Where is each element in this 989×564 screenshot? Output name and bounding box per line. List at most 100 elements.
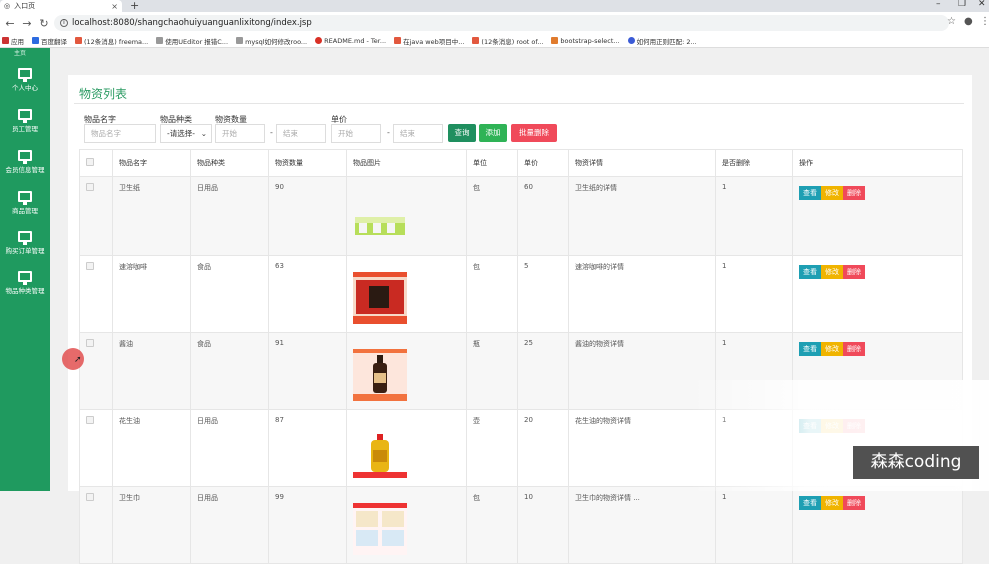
bookmark-item[interactable]: 百度翻译 [32, 36, 67, 46]
row-checkbox[interactable] [86, 183, 94, 191]
window-close-icon[interactable]: ✕ [978, 0, 986, 9]
type-filter-select[interactable]: -请选择- ⌄ [160, 124, 212, 143]
delete-button[interactable]: 删除 [843, 342, 865, 356]
cell-name: 酱油 [112, 332, 191, 410]
cell-actions: 查看 修改 删除 [792, 255, 963, 333]
row-checkbox[interactable] [86, 493, 94, 501]
close-tab-icon[interactable]: × [111, 2, 118, 11]
view-button[interactable]: 查看 [799, 186, 821, 200]
url-field[interactable]: i localhost:8080/shangchaohuiyuanguanlix… [54, 15, 949, 31]
bookmark-item[interactable]: bootstrap-select... [551, 37, 620, 45]
add-button[interactable]: 添加 [479, 124, 507, 142]
bookmark-label: 百度翻译 [41, 37, 67, 46]
edit-button[interactable]: 修改 [821, 186, 843, 200]
table-header-row: 物品名字 物品种类 物资数量 物品图片 单位 单价 物资详情 是否删除 操作 [79, 149, 963, 177]
sidebar-item-personal-center[interactable]: 个人中心 [0, 68, 50, 92]
sidebar-item-orders[interactable]: 购买订单管理 [0, 231, 50, 255]
maximize-icon[interactable]: ❐ [958, 0, 966, 9]
sidebar: 主页 个人中心 员工管理 会员信息管理 商品管理 购买订单管理 物品种类管理 [0, 48, 50, 491]
browser-tab[interactable]: ◎ 入口页 × [0, 0, 122, 12]
row-checkbox[interactable] [86, 262, 94, 270]
sidebar-item-label: 购买订单管理 [5, 247, 45, 255]
minimize-icon[interactable]: – [936, 0, 941, 9]
bookmark-item[interactable]: 使用UEditor 报错C... [156, 36, 228, 46]
cell-actions: 查看 修改 删除 [792, 486, 963, 564]
monitor-icon [18, 231, 32, 245]
name-filter-input[interactable]: 物品名字 [84, 124, 156, 143]
bookmark-item[interactable]: README.md - Ter... [315, 37, 386, 45]
price-range-separator: - [387, 128, 390, 137]
price-start-input[interactable]: 开始 [331, 124, 381, 143]
edit-button[interactable]: 修改 [821, 342, 843, 356]
sidebar-item-label: 员工管理 [12, 125, 38, 133]
cell-image [346, 409, 467, 487]
goods-table: 物品名字 物品种类 物资数量 物品图片 单位 单价 物资详情 是否删除 操作 卫… [79, 149, 963, 564]
bookmark-item[interactable]: (12条消息) root of... [472, 36, 543, 46]
cell-detail: 卫生巾的物资详情 ... [568, 486, 716, 564]
table-row: 速溶咖啡 食品 63 包 5 速溶咖啡的详情 1 查看 修改 删除 [79, 255, 963, 333]
type-select-value: -请选择- [167, 129, 195, 138]
view-button[interactable]: 查看 [799, 496, 821, 510]
qty-end-input[interactable]: 结束 [276, 124, 326, 143]
select-all-checkbox[interactable] [86, 158, 94, 166]
bookmark-item[interactable]: (12条消息) freema... [75, 36, 148, 46]
bookmark-item[interactable]: 如何用正则匹配: 2... [627, 36, 697, 46]
sidebar-item-categories[interactable]: 物品种类管理 [0, 271, 50, 295]
column-header: 单价 [517, 149, 569, 177]
edit-button[interactable]: 修改 [821, 265, 843, 279]
cell-qty: 99 [268, 486, 347, 564]
bookmark-item[interactable]: 在java web项目中... [394, 36, 464, 46]
column-header: 物品名字 [112, 149, 191, 177]
price-end-input[interactable]: 结束 [393, 124, 443, 143]
delete-button[interactable]: 删除 [843, 265, 865, 279]
sidebar-item-products[interactable]: 商品管理 [0, 191, 50, 215]
edit-button[interactable]: 修改 [821, 496, 843, 510]
bookmark-label: mysql如何修改roo... [245, 37, 308, 46]
row-checkbox[interactable] [86, 416, 94, 424]
qty-range-separator: - [270, 128, 273, 137]
bookmark-item[interactable]: 应用 [2, 36, 24, 46]
column-header: 物资数量 [268, 149, 347, 177]
batch-delete-button[interactable]: 批量删除 [511, 124, 557, 142]
bookmark-label: 在java web项目中... [403, 37, 465, 46]
delete-button[interactable]: 删除 [843, 496, 865, 510]
column-header: 物品种类 [190, 149, 269, 177]
reload-icon[interactable]: ↻ [37, 17, 51, 30]
sidebar-item-members[interactable]: 会员信息管理 [0, 150, 50, 174]
sidebar-item-label: 物品种类管理 [5, 287, 45, 295]
bookmark-label: 使用UEditor 报错C... [165, 37, 229, 46]
bookmark-star-icon[interactable]: ☆ [947, 16, 956, 27]
monitor-icon [18, 191, 32, 205]
bookmark-favicon-icon [75, 37, 82, 44]
row-checkbox[interactable] [86, 339, 94, 347]
bookmark-item[interactable]: mysql如何修改roo... [236, 36, 307, 46]
forward-icon[interactable]: → [20, 17, 34, 30]
cell-unit: 瓶 [466, 332, 518, 410]
qty-start-input[interactable]: 开始 [215, 124, 265, 143]
sidebar-item-staff[interactable]: 员工管理 [0, 109, 50, 133]
cell-type: 日用品 [190, 486, 269, 564]
search-button[interactable]: 查询 [448, 124, 476, 142]
cell-image [346, 486, 467, 564]
profile-icon[interactable]: ● [964, 16, 973, 27]
cell-detail: 卫生纸的详情 [568, 176, 716, 256]
new-tab-icon[interactable]: + [130, 0, 139, 12]
sidebar-item-home[interactable]: 主页 [14, 48, 26, 57]
delete-button[interactable]: 删除 [843, 186, 865, 200]
bookmark-favicon-icon [156, 37, 164, 44]
peanut-oil-bottle-image [353, 426, 407, 478]
bookmark-favicon-icon [551, 37, 559, 44]
info-icon[interactable]: i [60, 19, 68, 27]
view-button[interactable]: 查看 [799, 265, 821, 279]
view-button[interactable]: 查看 [799, 342, 821, 356]
watermark: 森森coding [853, 446, 979, 479]
back-icon[interactable]: ← [3, 17, 17, 30]
url-text: localhost:8080/shangchaohuiyuanguanlixit… [72, 18, 312, 28]
bookmark-favicon-icon [394, 37, 402, 44]
cell-detail: 速溶咖啡的详情 [568, 255, 716, 333]
cell-name: 卫生纸 [112, 176, 191, 256]
browser-tab-bar: ◎ 入口页 × + – ❐ ✕ [0, 0, 989, 12]
menu-icon[interactable]: ⋮ [980, 16, 989, 27]
title-divider [74, 103, 964, 104]
monitor-icon [18, 109, 32, 123]
